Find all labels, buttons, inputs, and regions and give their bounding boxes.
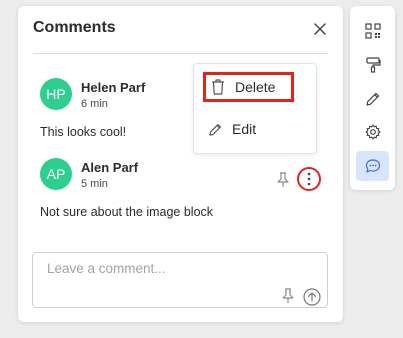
avatar: HP (40, 78, 72, 110)
settings-tool[interactable] (356, 117, 389, 147)
qr-code-icon (364, 23, 381, 39)
pin-button[interactable] (276, 172, 290, 188)
send-arrow-icon (303, 288, 321, 306)
panel-title: Comments (33, 19, 116, 36)
more-options-button[interactable] (297, 167, 321, 191)
settings-icon (364, 124, 381, 140)
close-icon (314, 23, 326, 35)
paint-roller-icon (365, 57, 381, 73)
pencil-icon (365, 92, 379, 106)
right-toolbar (350, 6, 395, 190)
comment-text: Not sure about the image block (40, 205, 214, 219)
trash-icon (212, 79, 224, 95)
pin-icon (282, 288, 294, 303)
comments-tool[interactable] (356, 151, 389, 181)
comment-input-placeholder: Leave a comment... (47, 261, 166, 276)
comment-time: 6 min (81, 98, 108, 110)
header-divider (33, 53, 328, 54)
paint-roller-tool[interactable] (356, 50, 389, 80)
comment-item: AP Alen Parf 5 min Not sure about the im… (40, 158, 330, 219)
comment-time: 5 min (81, 178, 108, 190)
edit-label: Edit (232, 121, 257, 137)
comment-icon (365, 159, 380, 173)
send-button[interactable] (303, 288, 321, 306)
comments-panel: Comments HP Helen Parf 6 min This looks … (18, 6, 343, 322)
more-vertical-icon (307, 172, 311, 186)
panel-header: Comments (18, 6, 343, 53)
comment-input[interactable]: Leave a comment... (32, 252, 328, 308)
delete-menu-item[interactable]: Delete (203, 72, 294, 102)
pencil-tool[interactable] (356, 84, 389, 114)
attach-pin-button[interactable] (281, 288, 295, 304)
comment-context-menu: Delete Edit (193, 63, 317, 154)
comment-author: Alen Parf (81, 160, 139, 175)
pencil-icon (209, 123, 222, 136)
delete-label: Delete (235, 79, 276, 95)
comment-author: Helen Parf (81, 80, 146, 95)
comment-text: This looks cool! (40, 125, 127, 139)
close-button[interactable] (311, 20, 329, 38)
edit-menu-item[interactable]: Edit (203, 114, 294, 144)
qr-code-tool[interactable] (356, 16, 389, 46)
avatar: AP (40, 158, 72, 190)
pin-icon (277, 172, 289, 187)
